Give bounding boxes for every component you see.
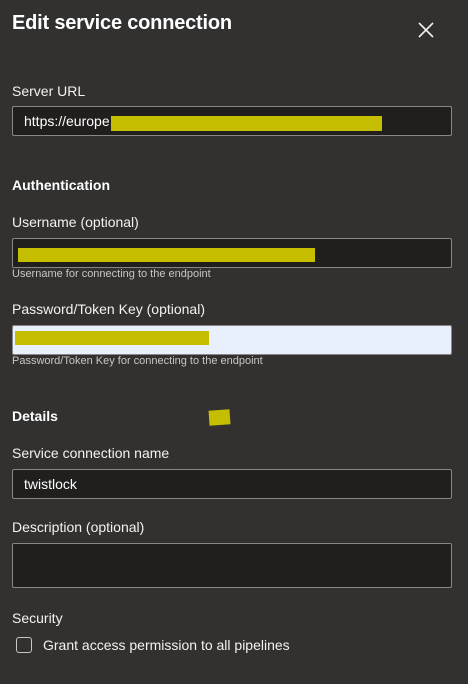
password-helper: Password/Token Key for connecting to the… (12, 355, 263, 367)
close-icon (418, 22, 434, 38)
server-url-value: https://europe (24, 113, 110, 129)
grant-access-label: Grant access permission to all pipelines (43, 637, 290, 653)
connection-name-label: Service connection name (12, 445, 170, 461)
username-label: Username (optional) (12, 214, 139, 230)
redaction-mark (15, 331, 209, 345)
edit-service-connection-panel: Edit service connection Server URL https… (0, 0, 468, 684)
security-heading: Security (12, 610, 63, 626)
username-helper: Username for connecting to the endpoint (12, 268, 211, 280)
connection-name-value: twistlock (24, 476, 77, 492)
grant-access-checkbox[interactable] (16, 637, 32, 653)
authentication-heading: Authentication (12, 177, 110, 193)
dialog-title: Edit service connection (12, 12, 232, 34)
description-label: Description (optional) (12, 519, 145, 535)
redaction-mark (208, 409, 231, 426)
close-button[interactable] (414, 18, 438, 42)
description-textarea[interactable] (12, 543, 452, 588)
grant-access-checkbox-row[interactable]: Grant access permission to all pipelines (16, 634, 290, 656)
redaction-mark (111, 116, 382, 131)
server-url-label: Server URL (12, 83, 86, 99)
password-label: Password/Token Key (optional) (12, 301, 205, 317)
details-heading: Details (12, 408, 58, 424)
connection-name-input[interactable]: twistlock (12, 469, 452, 499)
redaction-mark (18, 248, 315, 262)
